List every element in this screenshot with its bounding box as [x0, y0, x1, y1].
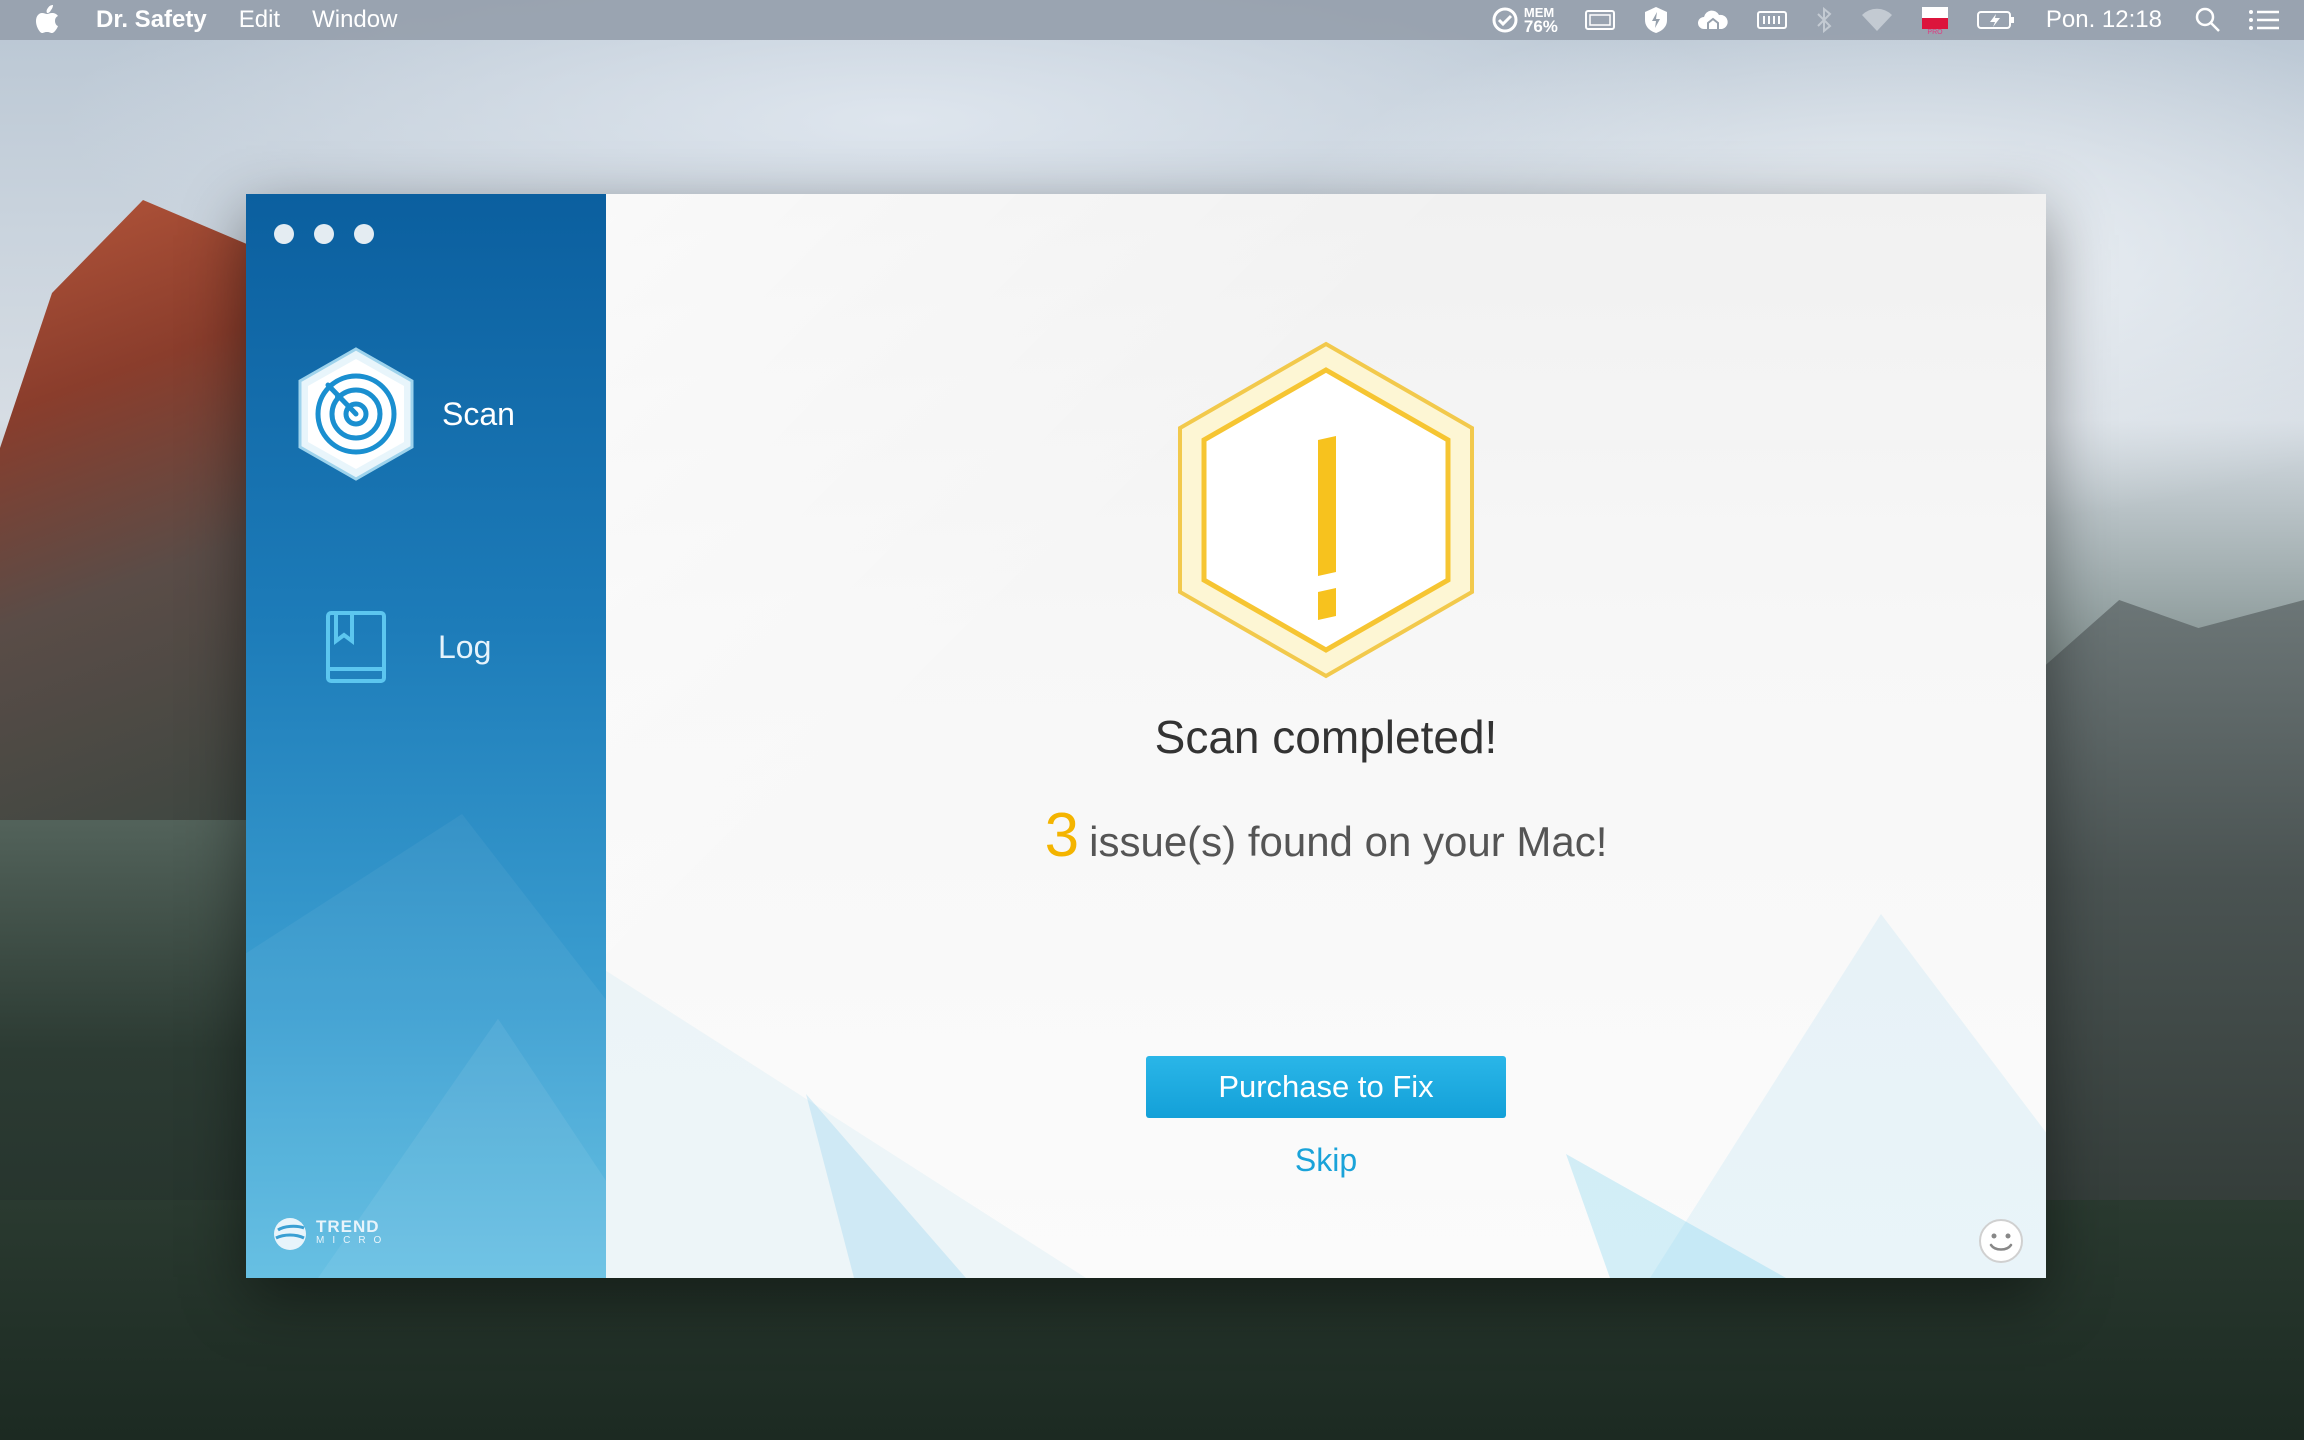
svg-text:PRO: PRO	[1927, 29, 1943, 35]
book-icon	[320, 607, 390, 687]
bluetooth-icon[interactable]	[1814, 6, 1834, 34]
main-content: Scan completed! 3 issue(s) found on your …	[606, 194, 2046, 1278]
memory-check-icon	[1492, 7, 1518, 33]
sidebar-item-log[interactable]: Log	[246, 602, 606, 692]
bolt-shield-icon[interactable]	[1642, 5, 1670, 35]
cloud-home-icon[interactable]	[1696, 7, 1730, 33]
window-controls	[274, 224, 394, 244]
flag-pro-icon[interactable]: PRO	[1920, 5, 1950, 35]
apple-menu-icon[interactable]	[34, 5, 64, 35]
notification-center-icon[interactable]	[2248, 8, 2280, 32]
memory-chip-icon[interactable]	[1756, 8, 1788, 32]
wallpaper-cliff-right	[2040, 600, 2304, 1300]
warning-icon	[1176, 340, 1476, 680]
wifi-icon[interactable]	[1860, 7, 1894, 33]
zoom-window-button[interactable]	[354, 224, 374, 244]
issues-summary: 3 issue(s) found on your Mac!	[606, 800, 2046, 871]
scan-result-title: Scan completed!	[1154, 711, 1498, 763]
wallpaper-cliff-left	[0, 200, 260, 820]
minimize-window-button[interactable]	[314, 224, 334, 244]
smiley-feedback-icon[interactable]	[1978, 1218, 2024, 1264]
sidebar-item-scan[interactable]: Scan	[246, 344, 606, 484]
menu-edit[interactable]: Edit	[239, 6, 280, 34]
spotlight-search-icon[interactable]	[2194, 6, 2222, 34]
trend-micro-icon	[274, 1218, 306, 1250]
purchase-to-fix-button[interactable]: Purchase to Fix	[1146, 1056, 1506, 1118]
issue-text: issue(s) found on your Mac!	[1089, 818, 1608, 865]
menu-window[interactable]: Window	[312, 6, 397, 34]
trend-micro-logo: TREND MICRO	[272, 1216, 389, 1252]
battery-icon[interactable]	[1976, 8, 2016, 32]
menubar-status-area: MEM 76% PRO Pon. 12:18	[1490, 0, 2304, 40]
menu-app-name[interactable]: Dr. Safety	[96, 6, 207, 34]
radar-icon	[294, 345, 418, 483]
brand-line1: TREND	[316, 1217, 380, 1236]
dr-safety-window: Scan Log TREND MICRO Scan completed! 3 i…	[246, 194, 2046, 1278]
sidebar-item-log-label: Log	[438, 628, 492, 665]
sidebar-item-scan-label: Scan	[442, 395, 515, 432]
issue-count: 3	[1044, 801, 1080, 870]
sidebar: Scan Log TREND MICRO	[246, 194, 606, 1278]
menubar-clock[interactable]: Pon. 12:18	[2046, 6, 2162, 34]
brand-line2: MICRO	[316, 1235, 390, 1246]
memory-widget[interactable]: MEM 76%	[1490, 5, 1558, 35]
memory-value: 76%	[1523, 17, 1558, 36]
close-window-button[interactable]	[274, 224, 294, 244]
menubar: Dr. Safety Edit Window MEM 76% PRO Pon. …	[0, 0, 2304, 40]
skip-link[interactable]: Skip	[1226, 1142, 1426, 1179]
display-icon[interactable]	[1584, 8, 1616, 32]
